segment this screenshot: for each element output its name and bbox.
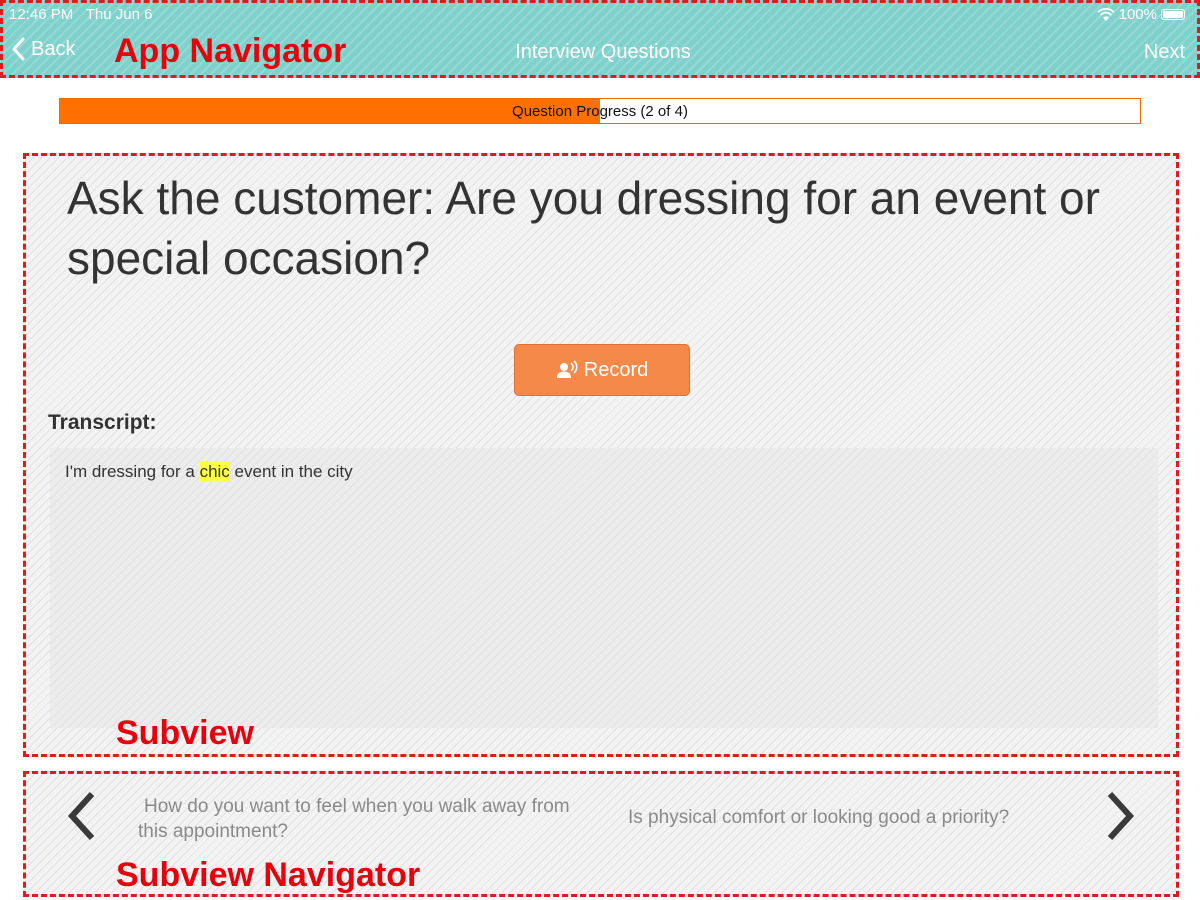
battery-icon (1161, 9, 1185, 20)
subview: Ask the customer: Are you dressing for a… (23, 153, 1179, 757)
annotation-subview-navigator: Subview Navigator (116, 856, 421, 894)
previous-question-link[interactable]: How do you want to feel when you walk aw… (138, 794, 578, 844)
status-date: Thu Jun 6 (85, 6, 153, 23)
highlighted-keyword: chic (199, 462, 230, 481)
battery-percent: 100% (1118, 6, 1157, 23)
question-text: Ask the customer: Are you dressing for a… (67, 172, 1100, 284)
chevron-left-icon[interactable] (64, 790, 98, 842)
next-question-link[interactable]: Is physical comfort or looking good a pr… (628, 807, 1009, 829)
voice-record-icon (556, 360, 578, 378)
transcript-label: Transcript: (48, 411, 157, 434)
record-label: Record (583, 358, 649, 381)
wifi-icon (1096, 7, 1115, 21)
annotation-app-navigator: App Navigator (114, 32, 347, 70)
record-button[interactable]: Record (514, 344, 690, 396)
annotation-subview: Subview (116, 714, 254, 752)
progress-label: Question Progress (2 of 4) (512, 103, 688, 120)
status-indicators: 100% (1096, 6, 1185, 23)
next-button[interactable]: Next (1144, 41, 1185, 64)
status-time: 12:46 PM Thu Jun 6 (9, 6, 153, 23)
question-progress-bar: Question Progress (2 of 4) (59, 98, 1141, 124)
transcript-box[interactable]: I'm dressing for a chic event in the cit… (50, 448, 1158, 728)
transcript-text: I'm dressing for a chic event in the cit… (65, 462, 353, 481)
subview-navigator: How do you want to feel when you walk aw… (23, 771, 1179, 897)
chevron-right-icon[interactable] (1104, 790, 1138, 842)
